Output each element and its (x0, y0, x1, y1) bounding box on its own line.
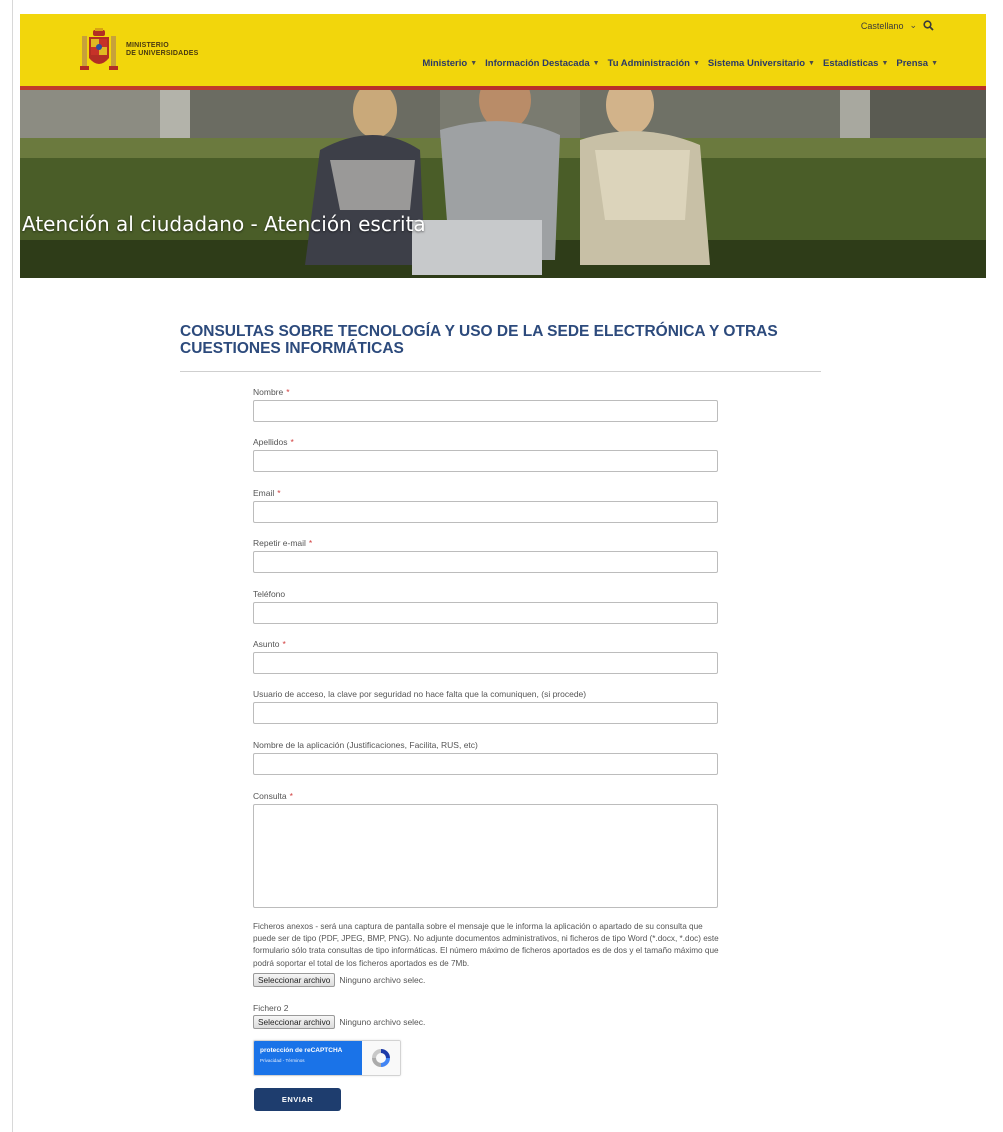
chevron-down-icon: ▼ (931, 60, 938, 67)
asunto-label: Asunto * (253, 639, 286, 649)
search-icon[interactable] (923, 20, 934, 31)
consulta-label: Consulta * (253, 791, 293, 801)
main-nav: Ministerio ▼ Información Destacada ▼ Tu Ad… (422, 58, 938, 69)
label-text: Email (253, 488, 275, 498)
file-2-select-button[interactable]: Seleccionar archivo (253, 1015, 336, 1029)
ministry-name: MINISTERIO DE UNIVERSIDADES (126, 42, 198, 58)
nav-item-sistema-universitario[interactable]: Sistema Universitario ▼ (708, 58, 815, 69)
site-header: MINISTERIO DE UNIVERSIDADES Castellano ⌄… (20, 14, 986, 90)
nav-item-informacion-destacada[interactable]: Información Destacada ▼ (485, 58, 599, 69)
label-text: Usuario de acceso, la clave por segurida… (253, 689, 587, 699)
consulta-textarea[interactable] (253, 804, 718, 908)
label-text: Repetir e-mail (253, 538, 306, 548)
nav-label: Tu Administración (607, 58, 690, 69)
label-text: Consulta (253, 791, 287, 801)
nombre-aplicacion-input[interactable] (253, 753, 718, 775)
page-heading: Atención al ciudadano - Atención escrita (22, 212, 426, 236)
nav-label: Prensa (896, 58, 929, 69)
coat-of-arms-icon (80, 28, 118, 72)
required-marker: * (286, 387, 290, 397)
nav-item-tu-administracion[interactable]: Tu Administración ▼ (608, 58, 700, 69)
file-2-label: Fichero 2 (253, 1003, 289, 1013)
nav-label: Información Destacada (485, 58, 590, 69)
usuario-acceso-label: Usuario de acceso, la clave por segurida… (253, 689, 589, 699)
logo-line-1: MINISTERIO (126, 42, 169, 49)
required-marker: * (282, 639, 286, 649)
chevron-down-icon: ▼ (592, 60, 600, 67)
email-input[interactable] (253, 501, 718, 523)
recaptcha-widget[interactable]: protección de reCAPTCHA Privacidad - Tér… (253, 1040, 401, 1076)
label-text: Nombre de la aplicación (Justificaciones… (253, 740, 478, 750)
language-label: Castellano (860, 20, 904, 31)
required-marker: * (308, 538, 313, 548)
file-1-select-button[interactable]: Seleccionar archivo (253, 973, 336, 987)
label-text: Apellidos (253, 437, 288, 447)
nombre-input[interactable] (253, 400, 718, 422)
apellidos-input[interactable] (253, 450, 718, 472)
required-marker: * (277, 488, 281, 498)
file-2-row: Seleccionar archivo Ninguno archivo sele… (253, 1015, 425, 1029)
chevron-down-icon: ▼ (692, 60, 700, 67)
ministry-logo[interactable]: MINISTERIO DE UNIVERSIDADES (80, 28, 198, 72)
nav-item-ministerio[interactable]: Ministerio ▼ (422, 58, 477, 69)
chevron-down-icon: ▼ (881, 60, 889, 67)
repetir-email-input[interactable] (253, 551, 718, 573)
usuario-acceso-input[interactable] (253, 702, 718, 724)
recaptcha-title: protección de reCAPTCHA (260, 1047, 343, 1054)
label-text: Asunto (253, 639, 280, 649)
repetir-email-label: Repetir e-mail * (253, 538, 312, 548)
hero-banner: Atención al ciudadano - Atención escrita (20, 90, 986, 278)
nav-label: Sistema Universitario (707, 58, 806, 69)
label-text: Teléfono (253, 589, 286, 599)
telefono-label: Teléfono (253, 589, 288, 599)
section-title: CONSULTAS SOBRE TECNOLOGÍA Y USO DE LA S… (180, 323, 778, 357)
nav-label: Estadísticas (822, 58, 879, 69)
attachments-help: Ficheros anexos - será una captura de pa… (253, 922, 719, 968)
apellidos-label: Apellidos * (253, 437, 294, 447)
recaptcha-icon (362, 1041, 400, 1075)
chevron-down-icon: ⌄ (909, 20, 917, 30)
recaptcha-badge: protección de reCAPTCHA Privacidad - Tér… (254, 1041, 362, 1075)
required-marker: * (290, 437, 294, 447)
logo-line-2: DE UNIVERSIDADES (126, 50, 199, 57)
required-marker: * (289, 791, 293, 801)
nav-item-estadisticas[interactable]: Estadísticas ▼ (823, 58, 888, 69)
nav-item-prensa[interactable]: Prensa ▼ (896, 58, 938, 69)
submit-button[interactable]: ENVIAR (254, 1088, 341, 1111)
chevron-down-icon: ▼ (470, 60, 478, 67)
chevron-down-icon: ▼ (808, 60, 815, 67)
email-label: Email * (253, 488, 281, 498)
asunto-input[interactable] (253, 652, 718, 674)
file-1-row: Seleccionar archivo Ninguno archivo sele… (253, 973, 425, 987)
recaptcha-links[interactable]: Privacidad - Términos (260, 1058, 356, 1063)
file-1-status: Ninguno archivo selec. (339, 975, 426, 985)
nombre-label: Nombre * (253, 387, 290, 397)
section-divider (180, 371, 821, 372)
file-2-status: Ninguno archivo selec. (339, 1017, 426, 1027)
language-selector[interactable]: Castellano ⌄ (861, 20, 934, 31)
label-text: Nombre (253, 387, 284, 397)
nombre-aplicacion-label: Nombre de la aplicación (Justificaciones… (253, 740, 481, 750)
nav-label: Ministerio (422, 58, 468, 69)
hero-photo (20, 90, 986, 278)
telefono-input[interactable] (253, 602, 718, 624)
